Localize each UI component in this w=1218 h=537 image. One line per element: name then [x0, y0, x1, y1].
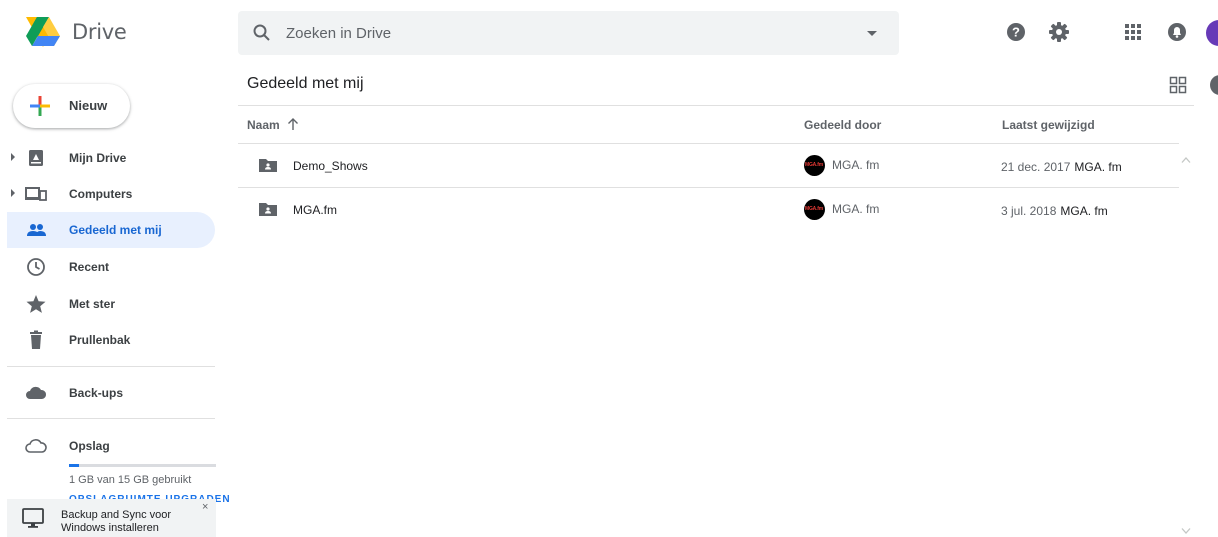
table-row[interactable]: MGA.fm MGA.fm MGA. fm 3 jul. 2018 MGA. fm — [238, 188, 1179, 232]
sidebar-item-label: Back-ups — [69, 386, 124, 400]
column-header-shared-by[interactable]: Gedeeld door — [804, 118, 881, 132]
sidebar-item-storage[interactable]: Opslag — [7, 428, 215, 464]
scroll-up-arrow-icon[interactable] — [1181, 156, 1191, 164]
new-button[interactable]: Nieuw — [13, 84, 130, 128]
star-icon — [26, 295, 46, 313]
expand-arrow-icon[interactable] — [11, 189, 15, 197]
sidebar-item-my-drive[interactable]: Mijn Drive — [7, 140, 215, 176]
top-bar: Drive ? — [0, 0, 1218, 66]
sidebar-item-label: Recent — [69, 260, 110, 274]
file-name[interactable]: Demo_Shows — [293, 159, 368, 173]
sidebar-item-label: Met ster — [69, 297, 116, 311]
desktop-monitor-icon — [22, 508, 44, 528]
owner-avatar: MGA.fm — [804, 155, 825, 176]
search-box[interactable] — [238, 11, 899, 55]
scroll-down-arrow-icon[interactable] — [1181, 527, 1191, 535]
sort-ascending-arrow-icon[interactable] — [287, 117, 299, 131]
clock-icon — [27, 258, 45, 276]
sidebar-item-label: Computers — [69, 187, 133, 201]
computers-icon — [25, 187, 47, 201]
plus-icon — [30, 96, 50, 116]
sidebar-item-backups[interactable]: Back-ups — [7, 375, 215, 411]
app-title[interactable]: Drive — [72, 20, 127, 44]
title-divider — [238, 105, 1194, 106]
storage-usage-bar — [69, 464, 216, 467]
grid-view-icon[interactable] — [1169, 76, 1187, 94]
cloud-outline-icon — [25, 439, 47, 453]
apps-grid-icon[interactable] — [1122, 21, 1144, 43]
sidebar-item-label: Gedeeld met mij — [69, 223, 162, 237]
owner-avatar-text: MGA.fm — [805, 162, 823, 168]
search-icon[interactable] — [252, 23, 272, 43]
sidebar-item-label: Opslag — [69, 439, 110, 453]
sidebar-item-trash[interactable]: Prullenbak — [7, 322, 215, 358]
file-name[interactable]: MGA.fm — [293, 203, 337, 217]
cloud-icon — [26, 386, 47, 399]
sidebar-divider — [7, 418, 215, 419]
search-input[interactable] — [286, 11, 846, 55]
owner-name: MGA. fm — [832, 158, 880, 172]
sidebar-item-computers[interactable]: Computers — [7, 176, 215, 212]
expand-arrow-icon[interactable] — [11, 153, 15, 161]
shared-people-icon — [27, 224, 46, 236]
shared-folder-icon — [259, 203, 277, 216]
owner-avatar-text: MGA.fm — [805, 206, 823, 212]
backup-sync-banner[interactable]: Backup and Sync voor Windows installeren… — [7, 499, 216, 537]
owner-avatar: MGA.fm — [804, 199, 825, 220]
shared-folder-icon — [259, 159, 277, 172]
search-options-icon[interactable] — [867, 31, 877, 37]
close-icon[interactable]: × — [202, 501, 208, 513]
page-title[interactable]: Gedeeld met mij — [247, 75, 364, 93]
storage-usage-fill — [69, 464, 79, 467]
help-icon[interactable]: ? — [1005, 21, 1027, 43]
sidebar-item-shared-with-me[interactable]: Gedeeld met mij — [7, 212, 215, 248]
sidebar-item-recent[interactable]: Recent — [7, 249, 215, 285]
backup-banner-line1: Backup and Sync voor — [61, 509, 172, 521]
info-icon[interactable] — [1210, 75, 1218, 95]
storage-usage-text: 1 GB van 15 GB gebruikt — [69, 474, 192, 486]
svg-text:?: ? — [1012, 25, 1020, 40]
modified-by: MGA. fm — [1074, 160, 1122, 174]
backup-banner-line2: Windows installeren — [61, 522, 159, 534]
modified-date: 3 jul. 2018 — [1001, 204, 1057, 218]
sidebar-item-starred[interactable]: Met ster — [7, 286, 215, 322]
scrollbar[interactable] — [1179, 145, 1194, 537]
modified-by: MGA. fm — [1060, 204, 1108, 218]
modified-date: 21 dec. 2017 — [1001, 160, 1071, 174]
settings-gear-icon[interactable] — [1048, 21, 1070, 43]
new-button-label: Nieuw — [69, 98, 108, 113]
trash-icon — [30, 330, 42, 349]
table-row[interactable]: Demo_Shows MGA.fm MGA. fm 21 dec. 2017 MG… — [238, 144, 1179, 188]
my-drive-icon — [29, 150, 43, 166]
column-header-name[interactable]: Naam — [247, 118, 280, 132]
column-header-last-modified[interactable]: Laatst gewijzigd — [1002, 118, 1095, 132]
sidebar-item-label: Mijn Drive — [69, 151, 127, 165]
account-avatar[interactable] — [1206, 20, 1218, 46]
modified-info: 21 dec. 2017 MGA. fm — [1001, 160, 1122, 174]
drive-logo[interactable] — [26, 17, 60, 47]
owner-name: MGA. fm — [832, 202, 880, 216]
modified-info: 3 jul. 2018 MGA. fm — [1001, 204, 1108, 218]
notifications-bell-icon[interactable] — [1166, 21, 1188, 43]
sidebar-divider — [7, 366, 215, 367]
sidebar-item-label: Prullenbak — [69, 333, 131, 347]
